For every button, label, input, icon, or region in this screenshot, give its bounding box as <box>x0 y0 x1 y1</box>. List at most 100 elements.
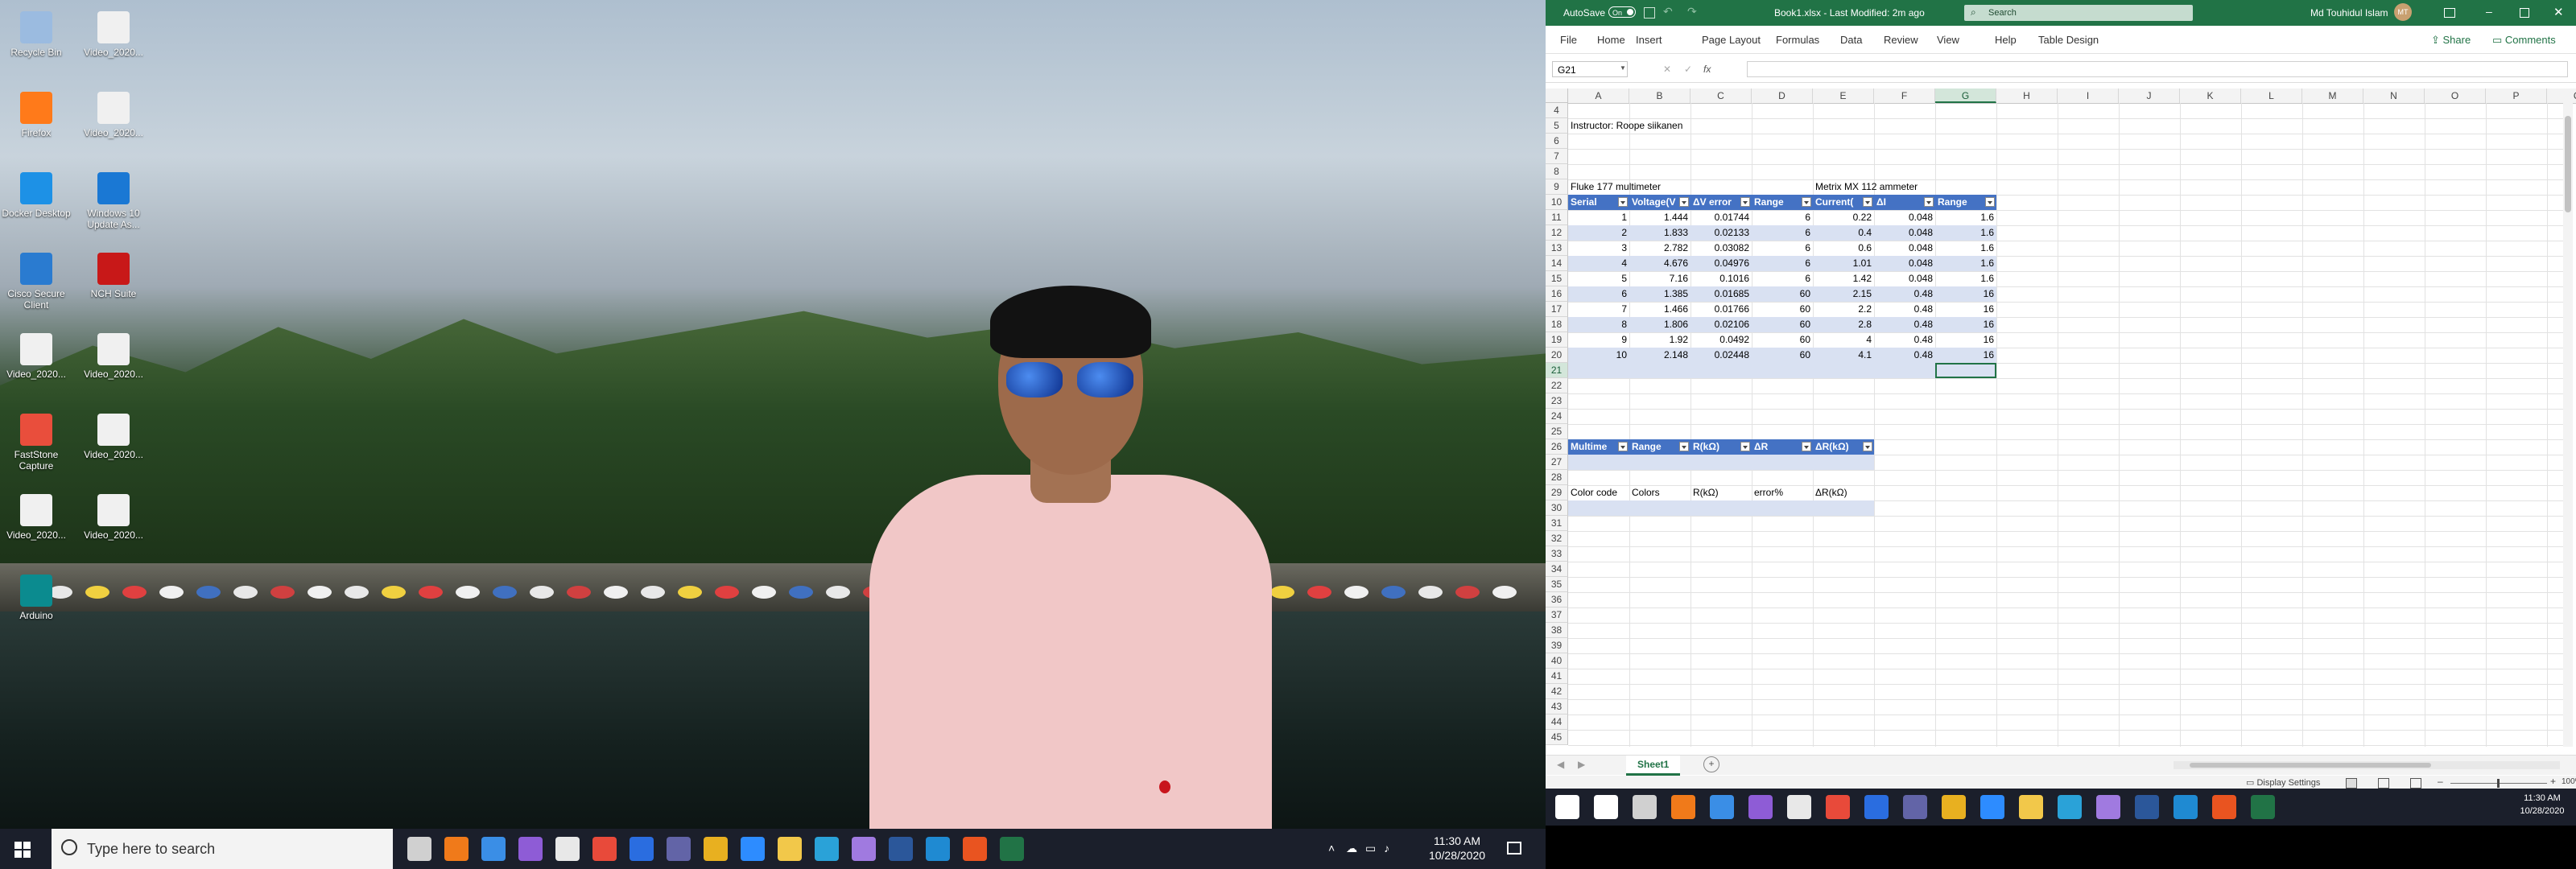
cell[interactable]: R(kΩ) <box>1690 485 1752 500</box>
normal-view-icon[interactable] <box>2346 778 2357 789</box>
row-header[interactable]: 22 <box>1546 378 1568 393</box>
cell[interactable]: 16 <box>1935 348 1996 363</box>
row-header[interactable]: 35 <box>1546 577 1568 592</box>
row-header[interactable]: 44 <box>1546 715 1568 730</box>
desktop-icon[interactable]: Arduino <box>0 571 72 644</box>
start-icon[interactable] <box>1555 795 1579 819</box>
row-header[interactable]: 27 <box>1546 455 1568 470</box>
cell[interactable]: 0.48 <box>1874 286 1935 302</box>
filter-dropdown-icon[interactable] <box>1740 197 1750 207</box>
cell[interactable]: 1.01 <box>1813 256 1874 271</box>
desktop-icon[interactable]: Video_2020... <box>0 491 72 563</box>
filter-dropdown-icon[interactable] <box>1740 442 1750 451</box>
cell[interactable]: 60 <box>1752 332 1813 348</box>
column-header[interactable]: I <box>2058 89 2119 103</box>
filter-dropdown-icon[interactable] <box>1863 442 1872 451</box>
cell[interactable] <box>1752 363 1813 378</box>
cell[interactable]: 2.2 <box>1813 302 1874 317</box>
cell[interactable] <box>1752 455 1813 470</box>
chrome-icon[interactable] <box>592 837 617 861</box>
horizontal-scrollbar[interactable] <box>2174 761 2560 769</box>
row-header[interactable]: 34 <box>1546 562 1568 577</box>
filter-dropdown-icon[interactable] <box>1802 197 1811 207</box>
display-settings-button[interactable]: ▭ Display Settings <box>2246 777 2320 788</box>
enter-icon[interactable]: ✓ <box>1684 64 1692 75</box>
row-header[interactable]: 37 <box>1546 607 1568 623</box>
column-header[interactable]: M <box>2302 89 2363 103</box>
desktop-icon[interactable]: Docker Desktop <box>0 169 72 241</box>
row-header[interactable]: 29 <box>1546 485 1568 500</box>
row-header[interactable]: 11 <box>1546 210 1568 225</box>
edge-icon[interactable] <box>2058 795 2082 819</box>
cell[interactable]: 2.15 <box>1813 286 1874 302</box>
autosave-toggle[interactable]: On <box>1608 6 1636 18</box>
filter-dropdown-icon[interactable] <box>1679 442 1689 451</box>
desktop-icon[interactable]: Windows 10 Update As... <box>77 169 150 241</box>
formula-input[interactable] <box>1747 61 2568 77</box>
cell[interactable]: 1.806 <box>1629 317 1690 332</box>
menu-data[interactable]: Data <box>1840 34 1862 46</box>
row-header[interactable]: 9 <box>1546 179 1568 195</box>
cell[interactable]: 0.048 <box>1874 256 1935 271</box>
vertical-scrollbar[interactable] <box>2563 103 2573 747</box>
cell[interactable]: 0.03082 <box>1690 241 1752 256</box>
row-header[interactable]: 31 <box>1546 516 1568 531</box>
cell[interactable]: 0.48 <box>1874 348 1935 363</box>
row-header[interactable]: 40 <box>1546 653 1568 669</box>
store-icon[interactable] <box>1787 795 1811 819</box>
row-header[interactable]: 28 <box>1546 470 1568 485</box>
desktop-icon[interactable]: Recycle Bin <box>0 8 72 80</box>
cell[interactable] <box>1629 455 1690 470</box>
cell[interactable]: Range <box>1629 439 1690 455</box>
column-header[interactable]: N <box>2363 89 2425 103</box>
row-header[interactable]: 36 <box>1546 592 1568 607</box>
cell[interactable]: 10 <box>1568 348 1629 363</box>
chevron-up-icon[interactable]: ˄ <box>1328 842 1335 855</box>
cell[interactable]: 1.833 <box>1629 225 1690 241</box>
cell[interactable]: 0.01685 <box>1690 286 1752 302</box>
cell[interactable]: 16 <box>1935 286 1996 302</box>
row-header[interactable]: 30 <box>1546 500 1568 516</box>
cell[interactable] <box>1752 500 1813 516</box>
cell[interactable]: 0.48 <box>1874 317 1935 332</box>
cell[interactable]: 2.782 <box>1629 241 1690 256</box>
filter-dropdown-icon[interactable] <box>1863 197 1872 207</box>
cell[interactable]: Metrix MX 112 ammeter <box>1813 179 1996 195</box>
undo-icon[interactable]: ↶ <box>1663 5 1673 19</box>
cell[interactable]: 1.92 <box>1629 332 1690 348</box>
cell[interactable]: ΔR <box>1752 439 1813 455</box>
next-sheet-icon[interactable]: ▶ <box>1578 759 1585 770</box>
sourcetree-icon[interactable] <box>630 837 654 861</box>
ubuntu-icon[interactable] <box>963 837 987 861</box>
row-header[interactable]: 4 <box>1546 103 1568 118</box>
cell[interactable]: 5 <box>1568 271 1629 286</box>
edge-icon[interactable] <box>815 837 839 861</box>
row-header[interactable]: 12 <box>1546 225 1568 241</box>
cell[interactable]: 1.466 <box>1629 302 1690 317</box>
orange-app-icon[interactable] <box>444 837 469 861</box>
row-header[interactable]: 42 <box>1546 684 1568 699</box>
cell[interactable]: 0.02448 <box>1690 348 1752 363</box>
cell[interactable]: 3 <box>1568 241 1629 256</box>
store-icon[interactable] <box>555 837 580 861</box>
row-header[interactable]: 45 <box>1546 730 1568 745</box>
cell[interactable] <box>1690 500 1752 516</box>
name-box-dropdown-icon[interactable]: ▼ <box>1620 64 1626 72</box>
search-icon[interactable] <box>1594 795 1618 819</box>
column-header[interactable]: L <box>2241 89 2302 103</box>
cell[interactable]: 6 <box>1752 210 1813 225</box>
row-header[interactable]: 19 <box>1546 332 1568 348</box>
row-header[interactable]: 26 <box>1546 439 1568 455</box>
desktop-icon[interactable]: Video_2020... <box>77 491 150 563</box>
cell[interactable]: 0.0492 <box>1690 332 1752 348</box>
clock-right[interactable]: 11:30 AM 10/28/2020 <box>2512 792 2573 818</box>
row-header[interactable]: 15 <box>1546 271 1568 286</box>
menu-review[interactable]: Review <box>1884 34 1918 46</box>
sheet-tab[interactable]: Sheet1 <box>1626 756 1681 776</box>
cell[interactable]: Color code <box>1568 485 1629 500</box>
cell[interactable] <box>1690 455 1752 470</box>
column-header[interactable]: O <box>2425 89 2486 103</box>
cell[interactable] <box>1568 455 1629 470</box>
cell[interactable] <box>1813 500 1874 516</box>
feather-icon[interactable] <box>852 837 876 861</box>
